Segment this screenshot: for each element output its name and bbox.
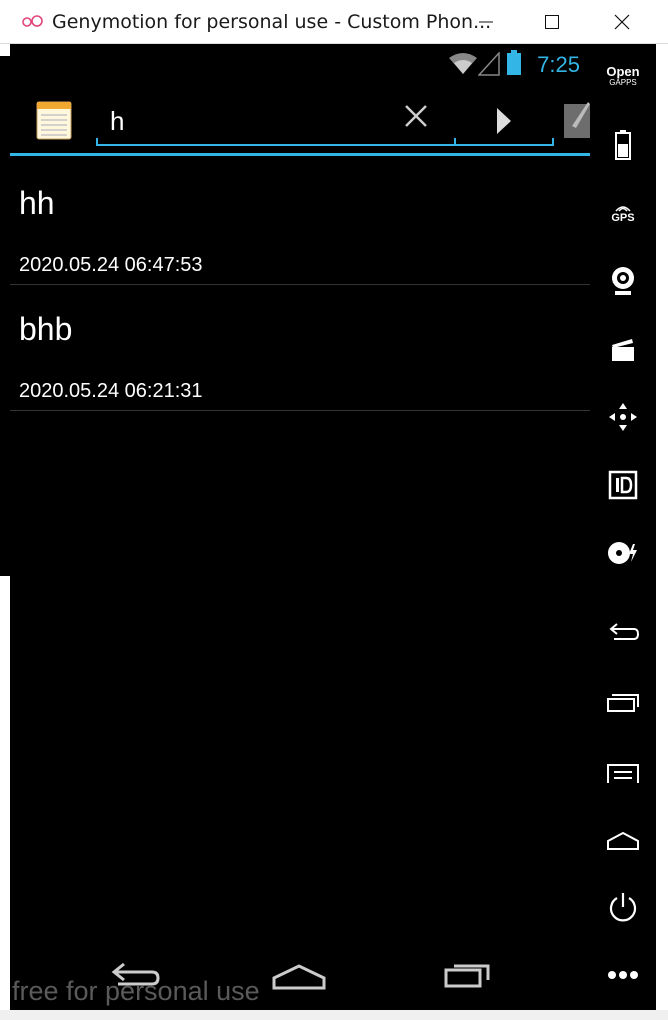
gps-tool-button[interactable]: GPS xyxy=(590,188,656,238)
device-id-tool-button[interactable] xyxy=(590,460,656,510)
toolbar-back-button[interactable] xyxy=(590,608,656,658)
phone-screen: 7:25 hh 2 xyxy=(10,44,590,1010)
recents-icon xyxy=(607,694,639,712)
more-dots-icon xyxy=(608,971,638,979)
disk-io-tool-button[interactable] xyxy=(590,528,656,578)
window-frame-bottom xyxy=(0,1010,668,1020)
close-icon xyxy=(614,14,630,30)
minimize-icon xyxy=(479,21,493,23)
list-item[interactable]: hh 2020.05.24 06:47:53 xyxy=(10,159,590,285)
play-arrow-icon xyxy=(497,108,511,134)
note-timestamp: 2020.05.24 06:21:31 xyxy=(19,380,203,402)
webcam-tool-button[interactable] xyxy=(590,256,656,306)
notes-list: hh 2020.05.24 06:47:53 bhb 2020.05.24 06… xyxy=(10,159,590,411)
genymotion-logo-icon xyxy=(22,15,43,27)
power-button[interactable] xyxy=(590,882,656,932)
edit-note-icon xyxy=(564,102,590,138)
toolbar-menu-button[interactable] xyxy=(590,748,656,798)
battery-icon xyxy=(507,50,521,75)
dpad-icon xyxy=(609,403,637,431)
screencast-tool-button[interactable] xyxy=(590,324,656,374)
home-icon xyxy=(272,964,326,990)
minimize-button[interactable] xyxy=(454,0,518,44)
note-title: bhb xyxy=(19,311,73,347)
notepad-icon[interactable] xyxy=(36,100,72,140)
status-bar: 7:25 xyxy=(10,44,590,84)
battery-icon xyxy=(615,130,631,160)
recents-icon xyxy=(444,964,490,988)
window-frame-right xyxy=(656,44,668,1020)
back-icon xyxy=(609,623,640,640)
webcam-icon xyxy=(612,267,634,295)
home-button[interactable] xyxy=(264,952,334,996)
wifi-icon xyxy=(449,53,477,74)
dpad-tool-button[interactable] xyxy=(590,392,656,442)
list-item[interactable]: bhb 2020.05.24 06:21:31 xyxy=(10,285,590,411)
new-note-button[interactable] xyxy=(562,96,590,140)
gps-icon xyxy=(615,206,631,212)
status-time: 7:25 xyxy=(537,52,580,77)
signal-icon xyxy=(478,52,500,76)
genymotion-toolbar: Open GAPPS GPS xyxy=(590,44,656,1010)
id-card-icon xyxy=(608,470,638,500)
disk-io-icon xyxy=(608,542,637,564)
opengapps-button[interactable]: Open GAPPS xyxy=(590,52,656,102)
menu-icon xyxy=(607,764,639,783)
toolbar-home-button[interactable] xyxy=(590,816,656,866)
maximize-button[interactable] xyxy=(520,0,584,44)
watermark-text: free for personal use xyxy=(12,976,260,1006)
recents-button[interactable] xyxy=(430,952,500,996)
note-title: hh xyxy=(19,185,55,221)
toolbar-recents-button[interactable] xyxy=(590,678,656,728)
maximize-icon xyxy=(545,15,559,29)
power-icon xyxy=(609,893,637,922)
close-icon xyxy=(405,105,427,127)
note-timestamp: 2020.05.24 06:47:53 xyxy=(19,254,203,276)
opengapps-icon: Open GAPPS xyxy=(606,65,639,88)
home-icon xyxy=(607,831,639,850)
search-go-button[interactable] xyxy=(454,96,554,146)
close-window-button[interactable] xyxy=(590,0,654,44)
clear-search-button[interactable] xyxy=(398,98,438,138)
search-input[interactable] xyxy=(110,106,390,137)
battery-tool-button[interactable] xyxy=(590,120,656,170)
clapperboard-icon xyxy=(612,339,634,361)
more-options-button[interactable] xyxy=(590,950,656,1000)
window-title: Genymotion for personal use - Custom Pho… xyxy=(52,11,492,33)
opengapps-subtitle: GAPPS xyxy=(609,78,637,87)
window-titlebar: Genymotion for personal use - Custom Pho… xyxy=(0,0,668,44)
gps-label: GPS xyxy=(611,212,635,224)
